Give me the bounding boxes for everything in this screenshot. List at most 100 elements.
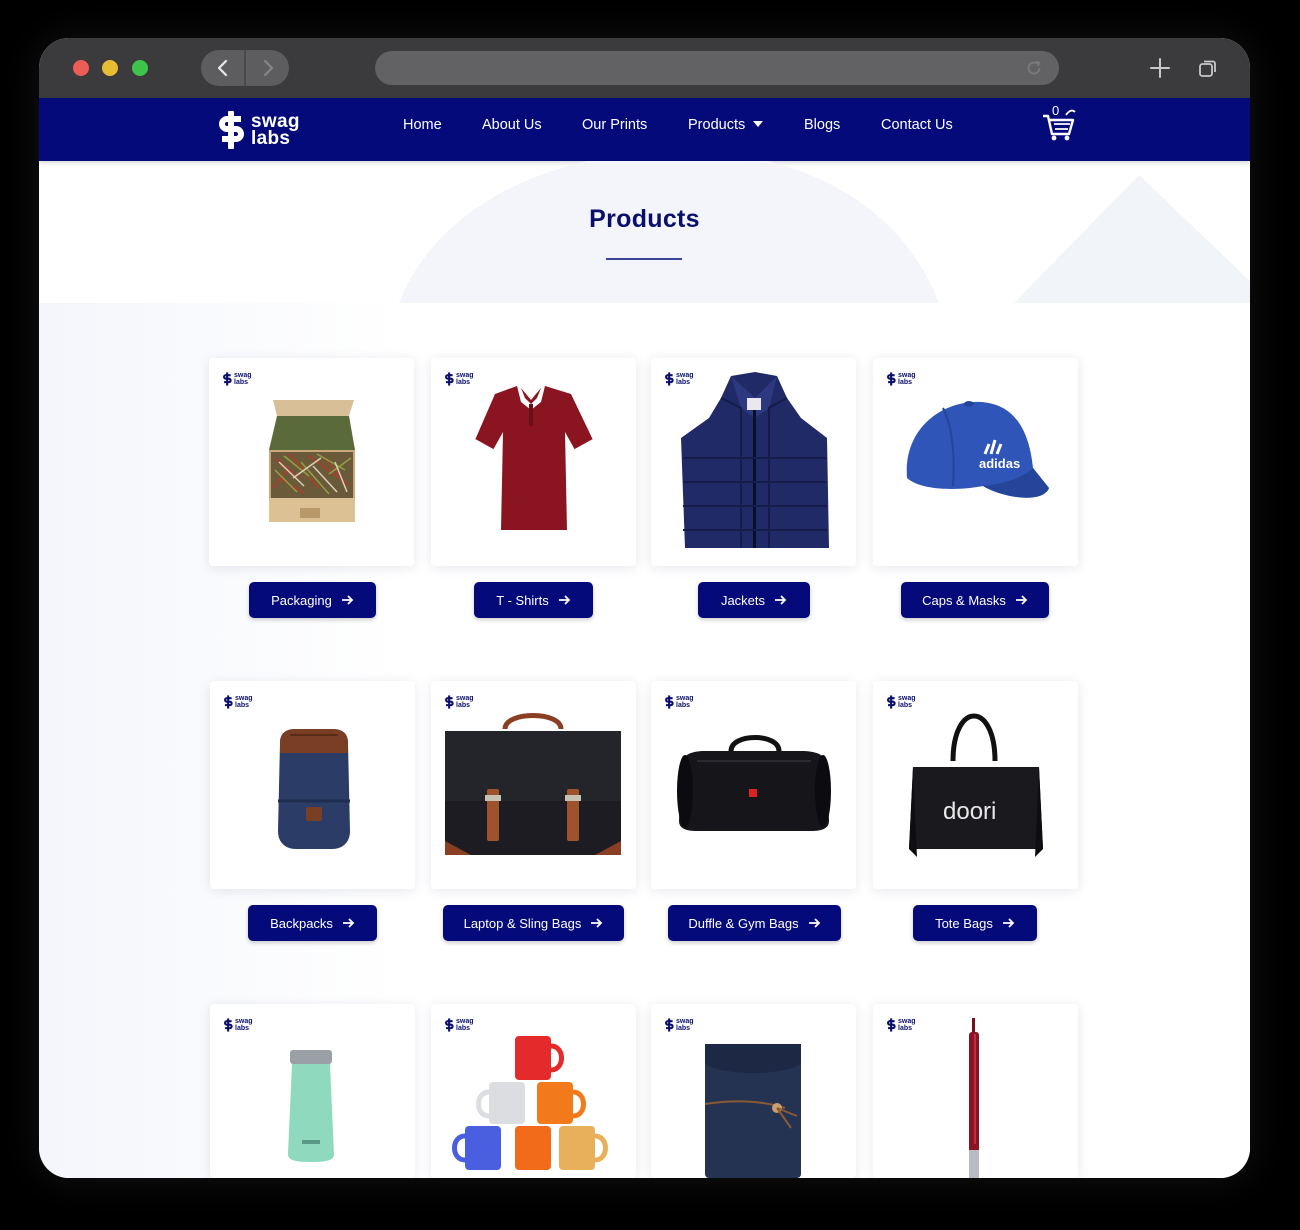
chevron-right-icon <box>263 59 273 77</box>
tab-overview-icon[interactable] <box>1198 58 1218 78</box>
card-logo-line2: labs <box>898 702 913 709</box>
card-logo-line1: swag <box>456 1018 474 1025</box>
product-card-jackets[interactable]: swag labs <box>651 358 856 566</box>
back-button[interactable] <box>201 50 244 86</box>
minimize-window-button[interactable] <box>102 60 118 76</box>
maximize-window-button[interactable] <box>132 60 148 76</box>
product-card-pen[interactable]: swag labs <box>873 1004 1078 1178</box>
arrow-right-icon <box>591 916 603 931</box>
card-brand-logo: swag labs <box>445 372 474 386</box>
product-card-packaging[interactable]: swag labs <box>209 358 414 566</box>
product-card-mugs[interactable]: swag labs <box>431 1004 636 1178</box>
arrow-right-icon <box>1015 593 1028 608</box>
card-logo-line1: swag <box>898 695 916 702</box>
cap-brand-text: adidas <box>979 456 1020 471</box>
product-card-tote-bags[interactable]: doori swag labs <box>873 681 1078 889</box>
button-label: Backpacks <box>270 915 333 931</box>
site-header: swag labs Home About Us Our Prints Produ… <box>39 98 1250 161</box>
button-label: Caps & Masks <box>922 592 1006 608</box>
shopping-cart-icon[interactable] <box>1040 104 1076 144</box>
duffle-bag-image <box>677 735 831 831</box>
reload-icon[interactable] <box>1025 59 1043 77</box>
caps-masks-button[interactable]: Caps & Masks <box>901 582 1049 618</box>
card-logo-line2: labs <box>676 379 691 386</box>
swag-labs-logo-icon <box>224 695 233 709</box>
arrow-right-icon <box>775 593 787 608</box>
card-logo-line1: swag <box>234 372 252 379</box>
nav-home[interactable]: Home <box>403 117 442 133</box>
card-logo-line2: labs <box>234 379 249 386</box>
arrow-right-icon <box>342 916 355 931</box>
tote-bags-button[interactable]: Tote Bags <box>913 905 1037 941</box>
browser-toolbar <box>39 38 1250 98</box>
t-shirts-button[interactable]: T - Shirts <box>474 582 593 618</box>
arrow-right-icon <box>808 916 821 931</box>
card-brand-logo: swag labs <box>665 1018 694 1032</box>
nav-products[interactable]: Products <box>688 117 764 133</box>
card-brand-logo: swag labs <box>224 1018 253 1032</box>
swag-labs-logo-icon <box>223 372 232 386</box>
nav-products-label: Products <box>688 117 746 133</box>
card-brand-logo: swag labs <box>665 695 694 709</box>
product-card-backpacks[interactable]: swag labs <box>210 681 415 889</box>
card-brand-logo: swag labs <box>665 372 694 386</box>
card-logo-line1: swag <box>456 372 474 379</box>
card-logo-line2: labs <box>235 702 250 709</box>
card-logo-line2: labs <box>456 702 471 709</box>
swag-labs-logo-icon <box>665 1018 674 1032</box>
swag-labs-logo-icon <box>219 111 244 149</box>
product-card-bottle[interactable]: swag labs <box>210 1004 415 1178</box>
nav-our-prints[interactable]: Our Prints <box>582 117 647 133</box>
arrow-right-icon <box>341 593 354 608</box>
nav-contact-us[interactable]: Contact Us <box>881 117 953 133</box>
card-logo-line2: labs <box>676 702 691 709</box>
button-label: Tote Bags <box>935 915 993 931</box>
card-logo-line1: swag <box>235 695 253 702</box>
product-card-folder[interactable]: swag labs <box>651 1004 856 1178</box>
swag-labs-logo-icon <box>665 695 674 709</box>
backpack-image <box>278 729 350 849</box>
laptop-bag-image <box>445 713 621 855</box>
card-brand-logo: swag labs <box>445 695 474 709</box>
card-logo-line1: swag <box>898 1018 916 1025</box>
product-card-t-shirts[interactable]: swag labs <box>431 358 636 566</box>
card-brand-logo: swag labs <box>887 695 916 709</box>
swag-labs-logo-icon <box>445 1018 454 1032</box>
button-label: Laptop & Sling Bags <box>463 915 582 931</box>
product-card-laptop-sling-bags[interactable]: swag labs <box>431 681 636 889</box>
packaging-button[interactable]: Packaging <box>249 582 376 618</box>
nav-blogs[interactable]: Blogs <box>804 117 840 133</box>
card-logo-line2: labs <box>898 379 913 386</box>
card-logo-line2: labs <box>235 1025 250 1032</box>
forward-button[interactable] <box>246 50 289 86</box>
swag-labs-logo-icon <box>224 1018 233 1032</box>
swag-labs-logo-icon <box>665 372 674 386</box>
address-bar[interactable] <box>375 51 1059 85</box>
tote-brand-text: doori <box>943 798 996 825</box>
arrow-right-icon <box>1002 916 1015 931</box>
chevron-left-icon <box>217 59 227 77</box>
new-tab-icon[interactable] <box>1149 57 1171 79</box>
polo-shirt-image <box>474 386 594 530</box>
swag-labs-logo-icon <box>887 1018 896 1032</box>
backpacks-button[interactable]: Backpacks <box>248 905 377 941</box>
product-card-caps-masks[interactable]: adidas swag labs <box>873 358 1078 566</box>
button-label: Duffle & Gym Bags <box>688 915 799 931</box>
duffle-gym-bags-button[interactable]: Duffle & Gym Bags <box>668 905 841 941</box>
card-brand-logo: swag labs <box>887 372 916 386</box>
arrow-right-icon <box>558 593 571 608</box>
swag-labs-logo-icon <box>445 695 454 709</box>
cap-image: adidas <box>906 401 1049 498</box>
close-window-button[interactable] <box>73 60 89 76</box>
card-logo-line1: swag <box>676 695 694 702</box>
swag-labs-logo-icon <box>445 372 454 386</box>
laptop-sling-bags-button[interactable]: Laptop & Sling Bags <box>443 905 624 941</box>
vest-jacket-image <box>681 372 829 548</box>
site-logo[interactable]: swag labs <box>219 105 300 155</box>
history-nav <box>201 50 289 86</box>
nav-about-us[interactable]: About Us <box>482 117 542 133</box>
product-card-duffle-gym-bags[interactable]: swag labs <box>651 681 856 889</box>
card-brand-logo: swag labs <box>223 372 252 386</box>
jackets-button[interactable]: Jackets <box>698 582 810 618</box>
caret-down-icon <box>753 121 764 127</box>
